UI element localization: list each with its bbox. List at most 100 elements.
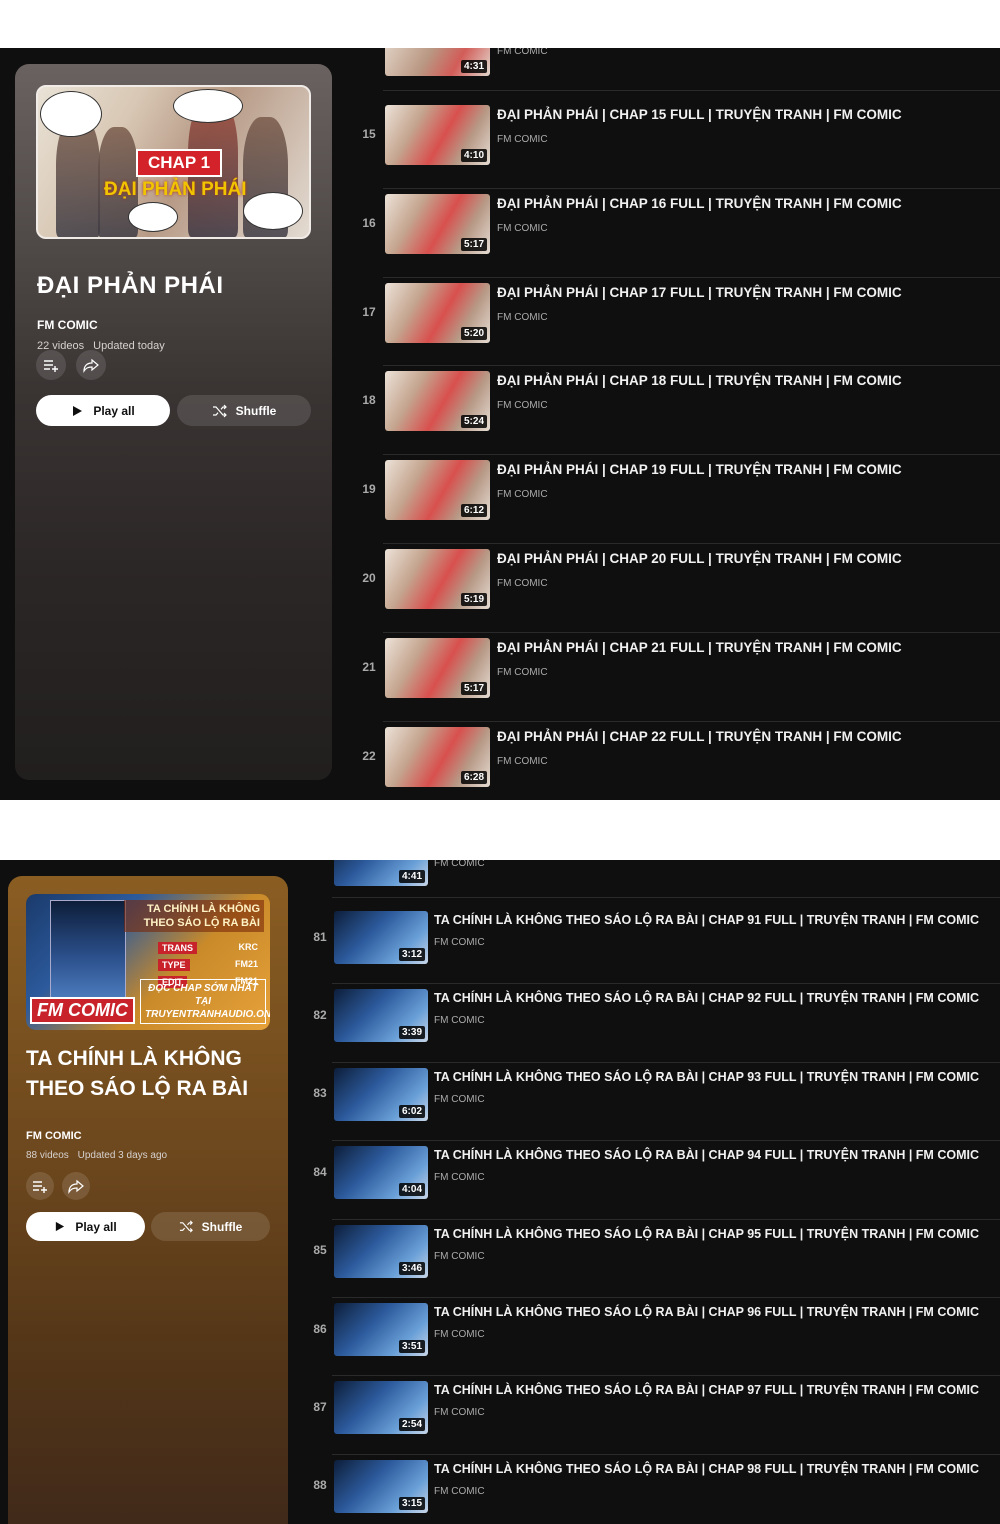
video-channel[interactable]: FM COMIC xyxy=(434,937,485,948)
video-channel[interactable]: FM COMIC xyxy=(497,48,548,57)
row-index: 15 xyxy=(362,127,376,141)
playlist-thumbnail[interactable]: CHAP 1 ĐẠI PHẢN PHÁI xyxy=(36,85,311,239)
video-thumbnail[interactable]: 4:10 xyxy=(385,105,490,165)
video-thumbnail[interactable]: 4:04 xyxy=(334,1146,428,1200)
video-thumbnail[interactable]: 3:12 xyxy=(334,911,428,964)
thumbnail-chap-label: CHAP 1 xyxy=(136,149,223,177)
duration-badge: 5:20 xyxy=(460,326,487,340)
credit-role: TYPE xyxy=(158,959,190,971)
video-thumbnail[interactable]: 3:51 xyxy=(334,1303,428,1356)
row-divider xyxy=(332,897,1000,898)
duration-badge: 4:31 xyxy=(460,60,487,73)
share-button[interactable] xyxy=(76,350,106,380)
video-thumbnail[interactable]: 6:02 xyxy=(334,1067,428,1121)
video-thumbnail[interactable]: 4:31 xyxy=(385,48,490,76)
shuffle-icon xyxy=(179,1220,193,1233)
video-channel[interactable]: FM COMIC xyxy=(434,1407,485,1418)
video-channel[interactable]: FM COMIC xyxy=(497,134,548,145)
duration-badge: 6:02 xyxy=(398,1104,425,1118)
video-title[interactable]: ĐẠI PHẢN PHÁI | CHAP 22 FULL | TRUYỆN TR… xyxy=(497,729,902,744)
video-thumbnail[interactable]: 2:54 xyxy=(334,1381,428,1435)
credit-role: TRANS xyxy=(158,942,197,954)
row-index: 86 xyxy=(313,1321,327,1336)
video-title[interactable]: TA CHÍNH LÀ KHÔNG THEO SÁO LỘ RA BÀI | C… xyxy=(434,1383,979,1397)
speech-bubble xyxy=(40,91,102,137)
video-title[interactable]: TA CHÍNH LÀ KHÔNG THEO SÁO LỘ RA BÀI | C… xyxy=(434,991,979,1005)
video-channel[interactable]: FM COMIC xyxy=(434,1251,485,1262)
video-title[interactable]: TA CHÍNH LÀ KHÔNG THEO SÁO LỘ RA BÀI | C… xyxy=(434,1148,979,1162)
shuffle-label: Shuffle xyxy=(235,403,277,418)
video-channel[interactable]: FM COMIC xyxy=(434,1015,485,1026)
duration-badge: 3:15 xyxy=(398,1496,425,1510)
video-thumbnail[interactable]: 6:12 xyxy=(385,460,490,521)
video-title[interactable]: TA CHÍNH LÀ KHÔNG THEO SÁO LỘ RA BÀI | C… xyxy=(434,913,979,927)
add-to-queue-button[interactable] xyxy=(36,350,66,380)
video-channel[interactable]: FM COMIC xyxy=(434,1486,485,1497)
shuffle-button[interactable]: Shuffle xyxy=(151,1212,270,1241)
row-divider xyxy=(383,631,1000,633)
video-title[interactable]: ĐẠI PHẢN PHÁI | CHAP 20 FULL | TRUYỆN TR… xyxy=(497,551,902,566)
playlist-channel[interactable]: FM COMIC xyxy=(26,1130,82,1142)
video-thumbnail[interactable]: 5:17 xyxy=(385,193,490,254)
playlist-thumbnail[interactable]: TA CHÍNH LÀ KHÔNG THEO SÁO LỘ RA BÀI TRA… xyxy=(26,894,270,1030)
duration-badge: 6:28 xyxy=(460,770,487,784)
video-channel[interactable]: FM COMIC xyxy=(434,1329,485,1340)
video-title[interactable]: TA CHÍNH LÀ KHÔNG THEO SÁO LỘ RA BÀI | C… xyxy=(434,1462,979,1476)
duration-badge: 6:12 xyxy=(460,504,487,518)
duration-badge: 3:51 xyxy=(398,1340,425,1353)
add-to-queue-button[interactable] xyxy=(26,1172,54,1200)
video-thumbnail[interactable]: 4:41 xyxy=(334,860,428,886)
credit-row: TYPE FM21 xyxy=(158,959,258,971)
play-icon xyxy=(56,1221,65,1232)
duration-badge: 4:41 xyxy=(398,870,425,883)
row-index: 20 xyxy=(362,571,376,585)
video-thumbnail[interactable]: 5:19 xyxy=(385,549,490,609)
row-divider xyxy=(383,365,1000,367)
video-channel[interactable]: FM COMIC xyxy=(434,1094,485,1105)
video-thumbnail[interactable]: 6:28 xyxy=(385,726,490,787)
play-all-button[interactable]: Play all xyxy=(26,1212,145,1241)
video-title[interactable]: ĐẠI PHẢN PHÁI | CHAP 16 FULL | TRUYỆN TR… xyxy=(497,196,902,211)
video-channel[interactable]: FM COMIC xyxy=(497,400,548,411)
video-title[interactable]: TA CHÍNH LÀ KHÔNG THEO SÁO LỘ RA BÀI | C… xyxy=(434,1227,979,1241)
video-title[interactable]: ĐẠI PHẢN PHÁI | CHAP 18 FULL | TRUYỆN TR… xyxy=(497,373,902,388)
duration-badge: 3:46 xyxy=(398,1261,425,1275)
video-thumbnail[interactable]: 3:46 xyxy=(334,1224,428,1278)
video-thumbnail[interactable]: 3:39 xyxy=(334,989,428,1043)
video-channel[interactable]: FM COMIC xyxy=(434,1172,485,1183)
play-all-button[interactable]: Play all xyxy=(36,395,170,426)
video-thumbnail[interactable]: 5:24 xyxy=(385,371,490,432)
thumbnail-artwork: TA CHÍNH LÀ KHÔNG THEO SÁO LỘ RA BÀI TRA… xyxy=(26,894,270,1030)
video-title[interactable]: ĐẠI PHẢN PHÁI | CHAP 17 FULL | TRUYỆN TR… xyxy=(497,285,902,300)
playlist-screen-ta-chinh-la-khong: TA CHÍNH LÀ KHÔNG THEO SÁO LỘ RA BÀI TRA… xyxy=(0,860,1000,1524)
share-button[interactable] xyxy=(62,1172,90,1200)
video-channel[interactable]: FM COMIC xyxy=(434,860,485,869)
updated-label: Updated today xyxy=(93,340,165,352)
video-channel[interactable]: FM COMIC xyxy=(497,667,548,678)
row-divider xyxy=(332,1453,1000,1455)
duration-badge: 5:17 xyxy=(460,681,487,695)
row-index: 81 xyxy=(313,929,327,944)
video-channel[interactable]: FM COMIC xyxy=(497,223,548,234)
video-channel[interactable]: FM COMIC xyxy=(497,756,548,767)
video-channel[interactable]: FM COMIC xyxy=(497,578,548,589)
video-channel[interactable]: FM COMIC xyxy=(497,489,548,500)
row-divider xyxy=(383,720,1000,722)
video-title[interactable]: TA CHÍNH LÀ KHÔNG THEO SÁO LỘ RA BÀI | C… xyxy=(434,1070,979,1084)
shuffle-label: Shuffle xyxy=(201,1219,243,1234)
video-channel[interactable]: FM COMIC xyxy=(497,312,548,323)
video-title[interactable]: ĐẠI PHẢN PHÁI | CHAP 19 FULL | TRUYỆN TR… xyxy=(497,462,902,477)
video-thumbnail[interactable]: 5:17 xyxy=(385,637,490,698)
promo-text: ĐỌC CHAP SỚM NHẤT TẠI TRUYENTRANHAUDIO.O… xyxy=(140,979,270,1024)
row-divider xyxy=(332,983,1000,985)
playlist-channel[interactable]: FM COMIC xyxy=(37,318,98,332)
video-title[interactable]: ĐẠI PHẢN PHÁI | CHAP 15 FULL | TRUYỆN TR… xyxy=(497,107,902,122)
speech-bubble xyxy=(173,89,243,123)
updated-label: Updated 3 days ago xyxy=(77,1150,168,1161)
shuffle-button[interactable]: Shuffle xyxy=(177,395,311,426)
playlist-screen-dai-phan-phai: CHAP 1 ĐẠI PHẢN PHÁI ĐẠI PHẢN PHÁI FM CO… xyxy=(0,48,1000,800)
video-thumbnail[interactable]: 5:20 xyxy=(385,282,490,343)
video-thumbnail[interactable]: 3:15 xyxy=(334,1459,428,1513)
video-title[interactable]: TA CHÍNH LÀ KHÔNG THEO SÁO LỘ RA BÀI | C… xyxy=(434,1305,979,1319)
video-title[interactable]: ĐẠI PHẢN PHÁI | CHAP 21 FULL | TRUYỆN TR… xyxy=(497,640,902,655)
